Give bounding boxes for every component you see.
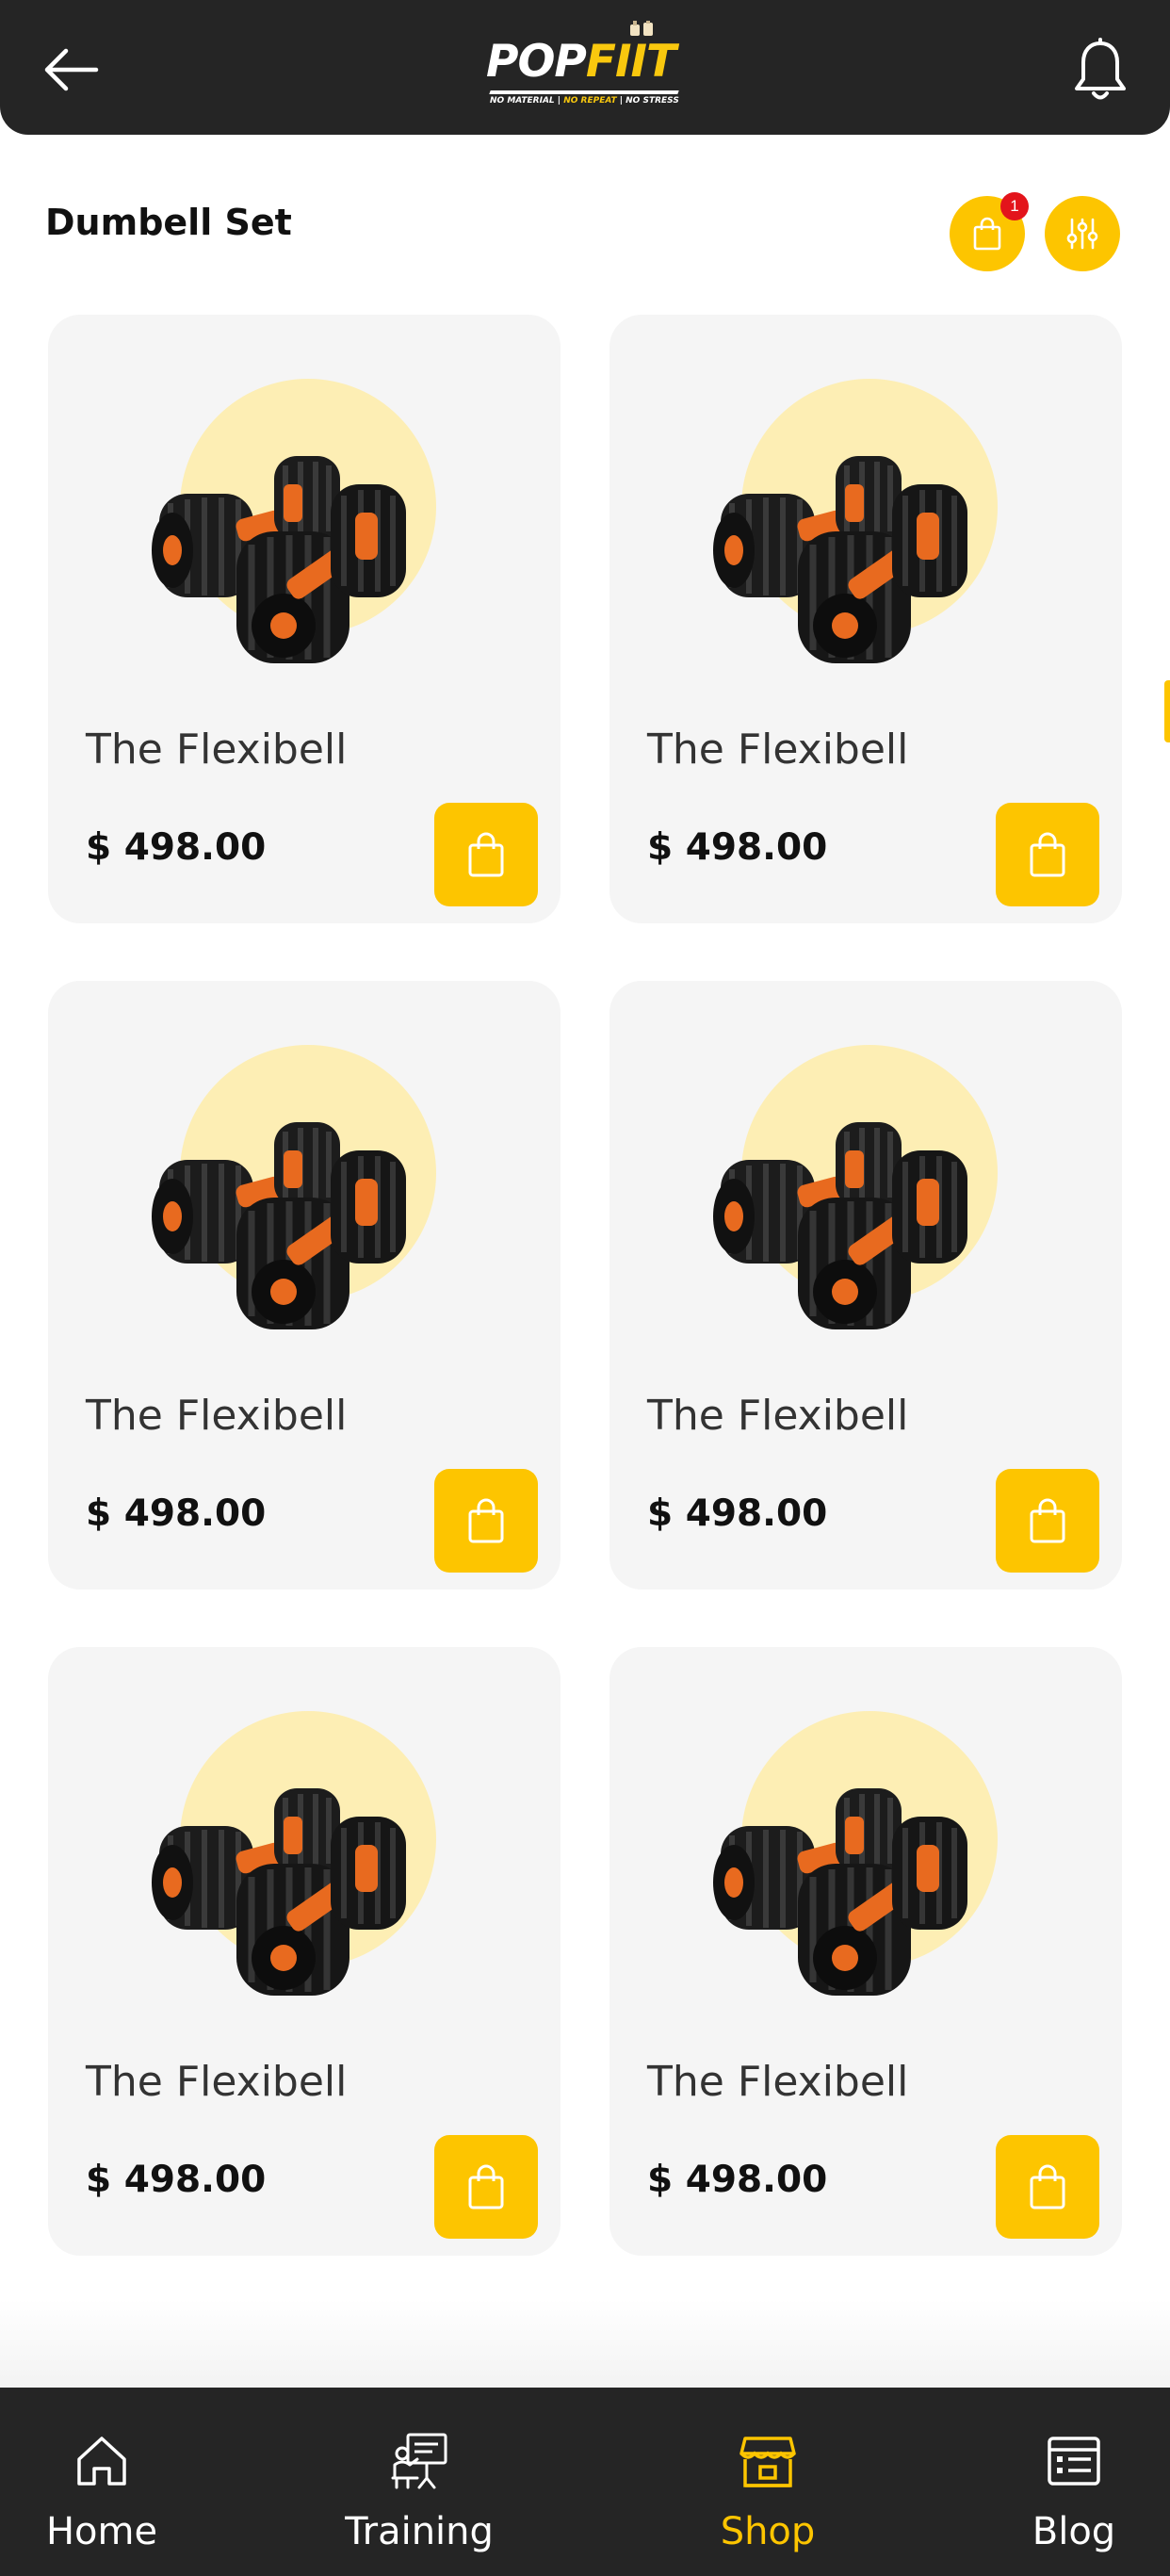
product-card[interactable]: The Flexibell $ 498.00 bbox=[609, 1647, 1122, 2256]
cart-count-badge: 1 bbox=[1000, 192, 1029, 220]
content-fade bbox=[0, 2299, 1170, 2388]
product-price: $ 498.00 bbox=[647, 826, 828, 869]
dumbbell-image bbox=[142, 1094, 425, 1339]
shopping-bag-icon bbox=[973, 217, 1001, 251]
product-card[interactable]: The Flexibell $ 498.00 bbox=[609, 981, 1122, 1590]
logo-tagline: NO MATERIAL | NO REPEAT | NO STRESS bbox=[490, 96, 679, 106]
logo-tagline-part-1: NO MATERIAL | bbox=[490, 96, 561, 106]
product-name: The Flexibell bbox=[86, 2058, 348, 2106]
product-price: $ 498.00 bbox=[86, 1492, 267, 1535]
nav-shop-label: Shop bbox=[720, 2510, 816, 2553]
arrow-left-icon bbox=[44, 48, 99, 91]
shopping-bag-icon bbox=[1027, 2162, 1068, 2211]
product-card[interactable]: The Flexibell $ 498.00 bbox=[48, 1647, 561, 2256]
add-to-cart-button[interactable] bbox=[996, 803, 1099, 906]
logo-wordmark: POPFIIT bbox=[486, 36, 676, 88]
bell-icon bbox=[1075, 38, 1126, 100]
notifications-button[interactable] bbox=[1072, 38, 1129, 104]
dumbbell-image bbox=[704, 428, 986, 673]
shopping-bag-icon bbox=[465, 830, 507, 879]
shopping-bag-icon bbox=[465, 2162, 507, 2211]
dumbbell-image bbox=[704, 1760, 986, 2005]
sliders-icon bbox=[1066, 218, 1098, 250]
shopping-bag-icon bbox=[1027, 830, 1068, 879]
shopping-bag-icon bbox=[1027, 1496, 1068, 1545]
nav-training[interactable]: Training bbox=[306, 2388, 532, 2576]
add-to-cart-button[interactable] bbox=[996, 1469, 1099, 1573]
presentation-icon bbox=[391, 2433, 447, 2489]
product-price: $ 498.00 bbox=[647, 2159, 828, 2201]
product-name: The Flexibell bbox=[647, 2058, 909, 2106]
nav-home-label: Home bbox=[45, 2510, 158, 2553]
nav-training-label: Training bbox=[345, 2510, 494, 2553]
home-icon bbox=[77, 2437, 126, 2486]
product-name: The Flexibell bbox=[647, 1392, 909, 1440]
side-scroll-handle[interactable] bbox=[1164, 680, 1170, 742]
logo-word-fiit: FIIT bbox=[585, 36, 676, 88]
logo-tagline-part-2: NO REPEAT bbox=[561, 96, 620, 106]
product-card[interactable]: The Flexibell $ 498.00 bbox=[48, 981, 561, 1590]
product-card[interactable]: The Flexibell $ 498.00 bbox=[609, 315, 1122, 923]
newspaper-icon bbox=[1048, 2437, 1100, 2486]
back-button[interactable] bbox=[43, 43, 100, 96]
nav-blog-label: Blog bbox=[1032, 2510, 1116, 2553]
nav-home[interactable]: Home bbox=[0, 2388, 215, 2576]
nav-blog[interactable]: Blog bbox=[961, 2388, 1170, 2576]
brand-logo: POPFIIT NO MATERIAL | NO REPEAT | NO STR… bbox=[486, 21, 686, 111]
dumbbell-image bbox=[704, 1094, 986, 1339]
bottom-navigation: Home Training Shop Blog bbox=[0, 2388, 1170, 2576]
store-icon bbox=[739, 2437, 796, 2487]
product-name: The Flexibell bbox=[86, 1392, 348, 1440]
logo-word-pop: POP bbox=[486, 36, 587, 88]
dumbbell-image bbox=[142, 428, 425, 673]
shopping-bag-icon bbox=[465, 1496, 507, 1545]
cart-button[interactable]: 1 bbox=[950, 192, 1029, 271]
page-title: Dumbell Set bbox=[45, 202, 292, 243]
top-app-bar: POPFIIT NO MATERIAL | NO REPEAT | NO STR… bbox=[0, 0, 1170, 135]
logo-tagline-part-3: | NO STRESS bbox=[619, 96, 679, 106]
product-price: $ 498.00 bbox=[86, 826, 267, 869]
dumbbell-image bbox=[142, 1760, 425, 2005]
add-to-cart-button[interactable] bbox=[434, 1469, 538, 1573]
add-to-cart-button[interactable] bbox=[996, 2135, 1099, 2239]
product-name: The Flexibell bbox=[647, 726, 909, 774]
product-name: The Flexibell bbox=[86, 726, 348, 774]
filter-button[interactable] bbox=[1045, 196, 1120, 271]
add-to-cart-button[interactable] bbox=[434, 2135, 538, 2239]
add-to-cart-button[interactable] bbox=[434, 803, 538, 906]
product-price: $ 498.00 bbox=[86, 2159, 267, 2201]
product-price: $ 498.00 bbox=[647, 1492, 828, 1535]
nav-shop[interactable]: Shop bbox=[655, 2388, 881, 2576]
logo-underline bbox=[489, 90, 679, 94]
product-card[interactable]: The Flexibell $ 498.00 bbox=[48, 315, 561, 923]
